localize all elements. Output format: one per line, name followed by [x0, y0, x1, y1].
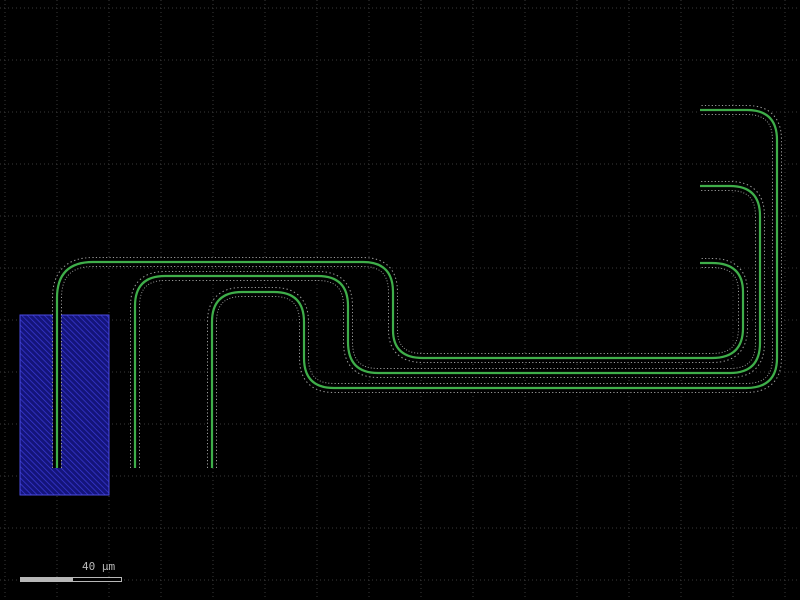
scale-bar-graphic [20, 577, 122, 582]
scale-label: 40 µm [82, 560, 116, 573]
layout-view[interactable] [0, 0, 800, 600]
waveguide-route-2[interactable] [130, 181, 765, 468]
layout-canvas[interactable]: 40 µm [0, 0, 800, 600]
scale-bar-fill [21, 578, 73, 581]
scale-bar: 40 µm [20, 560, 124, 586]
waveguide-route-1[interactable] [52, 257, 748, 468]
metal-pad[interactable] [19, 314, 110, 496]
grid [0, 0, 800, 600]
